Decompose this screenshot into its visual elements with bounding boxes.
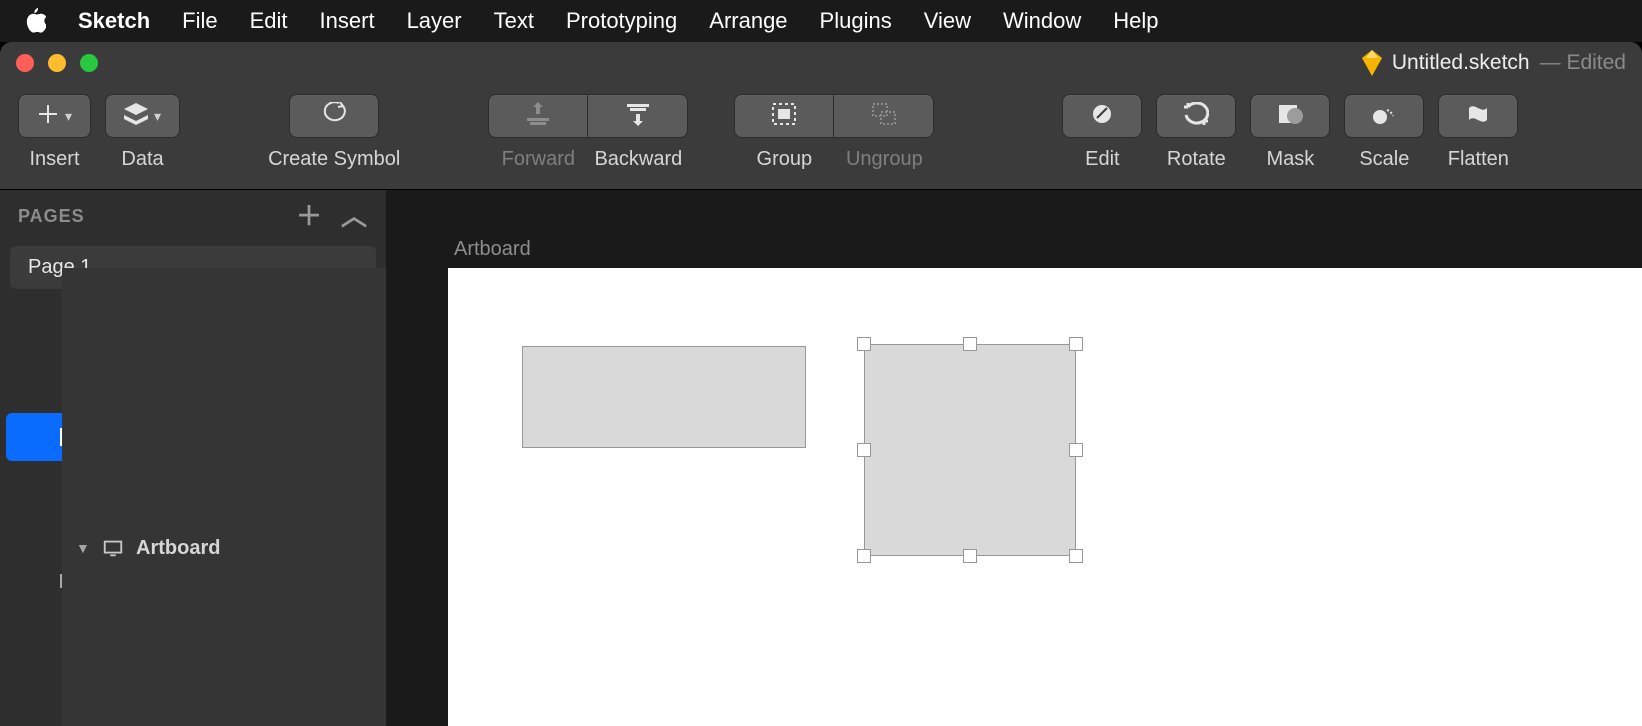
macos-menubar: Sketch File Edit Insert Layer Text Proto… (0, 0, 1642, 42)
collapse-pages-button[interactable]: ︿ (341, 203, 368, 229)
app-window: Untitled.sketch — Edited ▾ Insert (0, 42, 1642, 726)
canvas-artboard[interactable] (448, 268, 1642, 726)
create-symbol-icon (321, 102, 347, 131)
group-button[interactable] (734, 94, 834, 138)
data-button[interactable]: ▾ (105, 94, 180, 138)
window-controls (16, 54, 98, 72)
menu-text[interactable]: Text (494, 8, 534, 34)
resize-handle-br[interactable] (1069, 549, 1083, 563)
menu-layer[interactable]: Layer (407, 8, 462, 34)
resize-handle-mr[interactable] (1069, 443, 1083, 457)
canvas[interactable]: Artboard (386, 190, 1642, 726)
ungroup-button[interactable] (834, 94, 934, 138)
toolbar-order-group: Forward Backward (488, 94, 688, 171)
toolbar-data-group: ▾ Data (105, 94, 180, 171)
edit-button[interactable] (1062, 94, 1142, 138)
artboard-icon (102, 540, 124, 556)
group-icon (771, 102, 797, 131)
layers-icon (124, 103, 148, 130)
scale-icon (1371, 102, 1397, 131)
backward-button[interactable] (588, 94, 688, 138)
resize-handle-tm[interactable] (963, 337, 977, 351)
window-titlebar: Untitled.sketch — Edited (0, 42, 1642, 84)
toolbar-create-symbol-group: Create Symbol (268, 94, 400, 171)
menu-window[interactable]: Window (1003, 8, 1081, 34)
add-page-button[interactable]: ＋ (296, 203, 323, 229)
send-backward-icon (625, 102, 651, 131)
pages-header-label: PAGES (18, 206, 85, 227)
canvas-rectangle-shape[interactable] (864, 344, 1076, 556)
scale-label: Scale (1359, 148, 1409, 171)
rotate-button[interactable] (1156, 94, 1236, 138)
mask-button[interactable] (1250, 94, 1330, 138)
resize-handle-bm[interactable] (963, 549, 977, 563)
artboard-name: Artboard (136, 537, 220, 560)
menu-view[interactable]: View (924, 8, 971, 34)
toolbar-flatten-group: Flatten (1438, 94, 1518, 171)
apple-menu-icon[interactable] (24, 8, 46, 34)
flatten-label: Flatten (1448, 148, 1509, 171)
canvas-rectangle[interactable] (522, 346, 806, 448)
mask-icon (1277, 102, 1303, 131)
forward-button[interactable] (488, 94, 588, 138)
edit-label: Edit (1085, 148, 1119, 171)
canvas-artboard-label[interactable]: Artboard (454, 238, 531, 261)
pages-header: PAGES ＋ ︿ (0, 190, 386, 242)
window-close-button[interactable] (16, 54, 34, 72)
plus-icon (37, 103, 59, 130)
menu-insert[interactable]: Insert (320, 8, 375, 34)
mask-label: Mask (1266, 148, 1314, 171)
forward-label: Forward (488, 148, 588, 171)
toolbar-mask-group: Mask (1250, 94, 1330, 171)
window-body: PAGES ＋ ︿ Page 1 ▼ Artboard Rectangle (0, 190, 1642, 726)
backward-label: Backward (588, 148, 688, 171)
window-zoom-button[interactable] (80, 54, 98, 72)
resize-handle-bl[interactable] (857, 549, 871, 563)
bring-forward-icon (525, 102, 551, 131)
ungroup-icon (871, 102, 897, 131)
create-symbol-label: Create Symbol (268, 148, 400, 171)
group-label: Group (734, 148, 834, 171)
toolbar-insert-group: ▾ Insert (18, 94, 91, 171)
data-label: Data (121, 148, 163, 171)
scale-button[interactable] (1344, 94, 1424, 138)
insert-label: Insert (30, 148, 80, 171)
toolbar: ▾ Insert ▾ Data Cr (0, 84, 1642, 190)
ungroup-label: Ungroup (834, 148, 934, 171)
window-minimize-button[interactable] (48, 54, 66, 72)
toolbar-rotate-group: Rotate (1156, 94, 1236, 171)
toolbar-edit-group: Edit (1062, 94, 1142, 171)
resize-handle-tl[interactable] (857, 337, 871, 351)
document-filename: Untitled.sketch (1392, 51, 1530, 75)
chevron-down-icon: ▾ (154, 108, 161, 125)
menu-app[interactable]: Sketch (78, 8, 150, 34)
document-title[interactable]: Untitled.sketch — Edited (1362, 50, 1626, 76)
create-symbol-button[interactable] (289, 94, 379, 138)
canvas-rectangle-selected[interactable] (864, 344, 1076, 556)
flatten-button[interactable] (1438, 94, 1518, 138)
resize-handle-ml[interactable] (857, 443, 871, 457)
menu-plugins[interactable]: Plugins (820, 8, 892, 34)
layers-sidebar: PAGES ＋ ︿ Page 1 ▼ Artboard Rectangle (0, 190, 386, 726)
edit-icon (1089, 102, 1115, 131)
menu-prototyping[interactable]: Prototyping (566, 8, 677, 34)
menu-file[interactable]: File (182, 8, 217, 34)
rotate-label: Rotate (1167, 148, 1226, 171)
toolbar-group-group: Group Ungroup (734, 94, 934, 171)
disclosure-triangle-icon[interactable]: ▼ (76, 540, 90, 556)
flatten-icon (1465, 102, 1491, 131)
rotate-icon (1183, 102, 1209, 131)
insert-button[interactable]: ▾ (18, 94, 91, 138)
toolbar-scale-group: Scale (1344, 94, 1424, 171)
menu-help[interactable]: Help (1113, 8, 1158, 34)
menu-edit[interactable]: Edit (250, 8, 288, 34)
document-icon (1362, 50, 1382, 76)
resize-handle-tr[interactable] (1069, 337, 1083, 351)
document-edited-indicator: — Edited (1540, 51, 1626, 75)
chevron-down-icon: ▾ (65, 108, 72, 125)
menu-arrange[interactable]: Arrange (709, 8, 787, 34)
